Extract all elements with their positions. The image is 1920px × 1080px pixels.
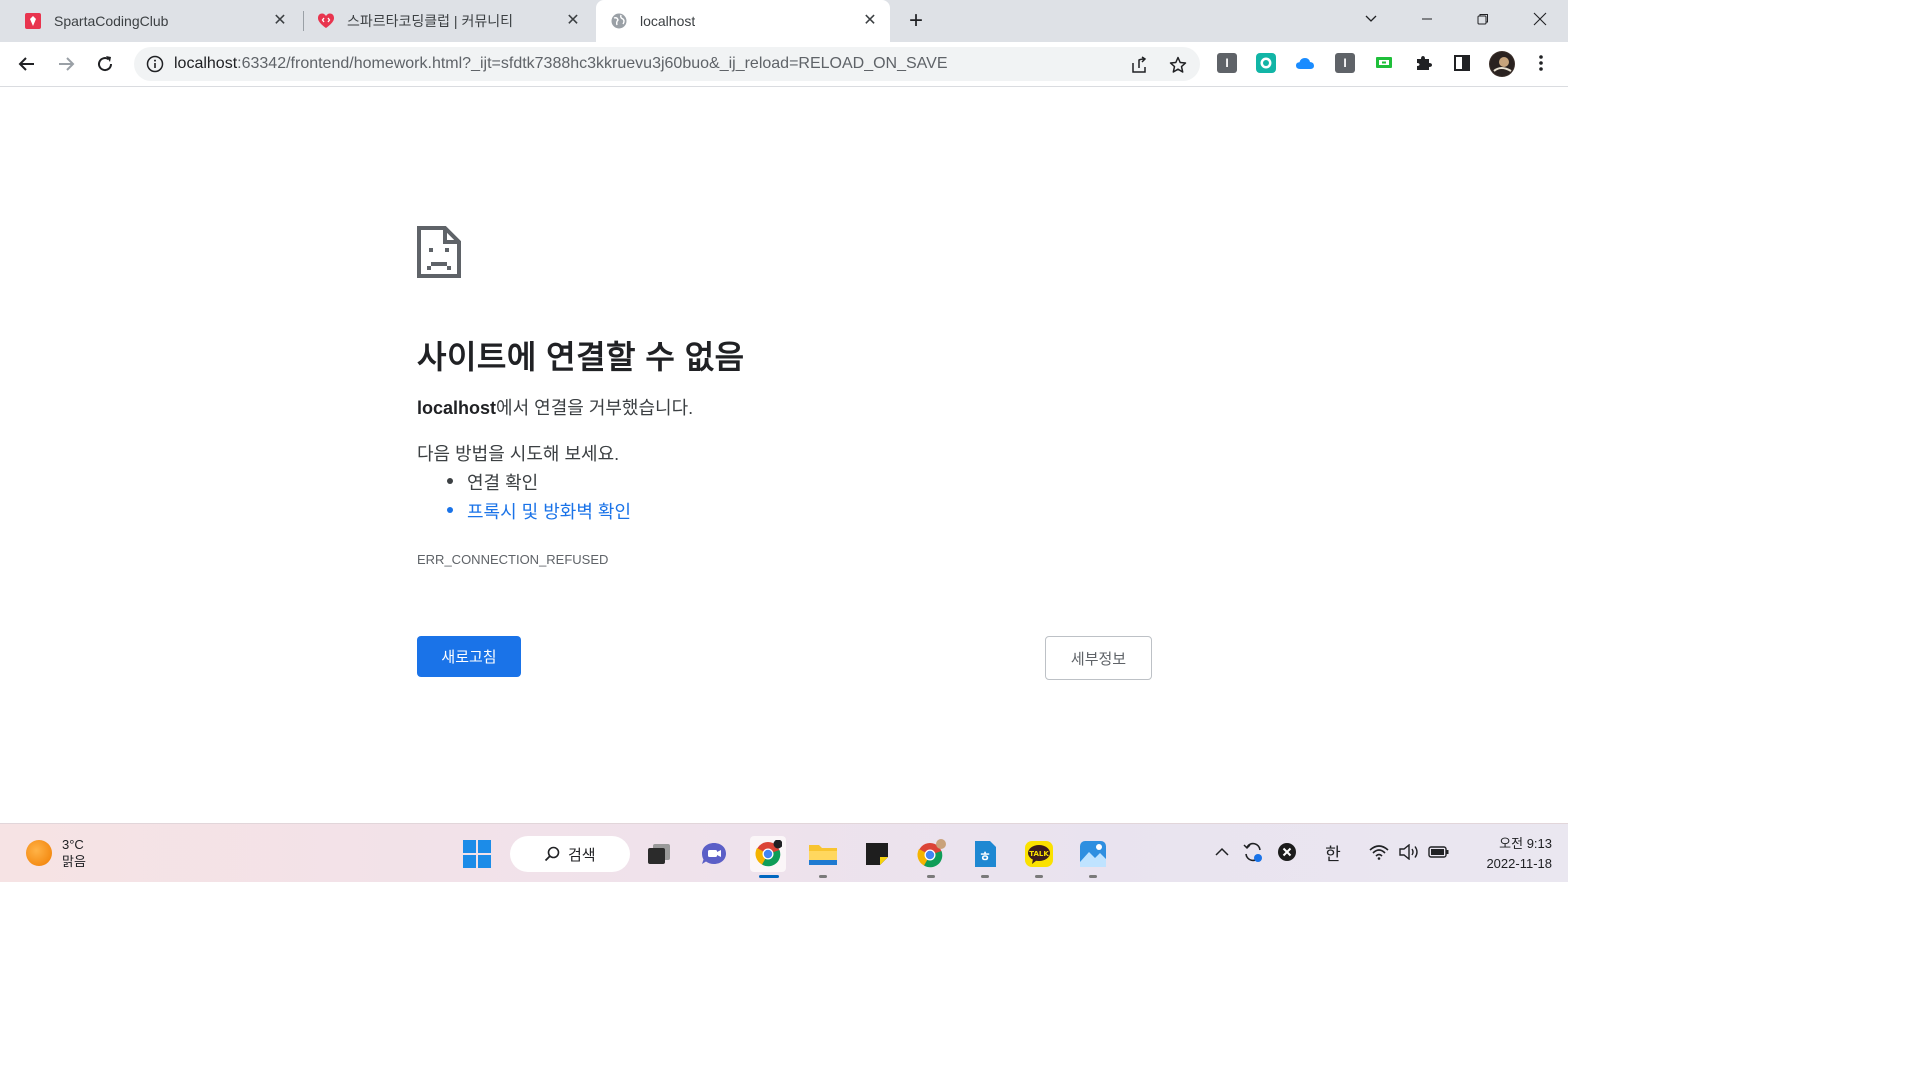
tab-close-icon[interactable]: ✕ (270, 11, 290, 31)
url-text[interactable]: localhost:63342/frontend/homework.html?_… (174, 55, 948, 73)
address-bar[interactable]: localhost:63342/frontend/homework.html?_… (134, 47, 1200, 81)
extensions-puzzle-icon[interactable] (1413, 53, 1433, 73)
volume-icon[interactable] (1397, 840, 1421, 864)
close-window-button[interactable] (1525, 4, 1555, 34)
suggestion-heading: 다음 방법을 시도해 보세요. (417, 444, 620, 464)
taskbar-search[interactable]: 검색 (510, 836, 630, 872)
taskbar-clock[interactable]: 오전 9:13 2022-11-18 (1460, 834, 1552, 874)
weather-widget[interactable]: 3°C 맑음 (26, 836, 86, 870)
file-explorer-icon[interactable] (805, 836, 841, 878)
battery-icon[interactable] (1428, 840, 1450, 864)
side-panel-icon[interactable] (1452, 53, 1472, 73)
suggestion-list: 연결 확인 프록시 및 방화벽 확인 (447, 469, 631, 527)
taskbar: 3°C 맑음 검색 ㅎ TALK 한 오전 9:13 2022-11-18 (0, 823, 1568, 882)
task-view-icon[interactable] (641, 836, 677, 872)
sad-document-icon (417, 226, 461, 278)
clock-date: 2022-11-18 (1486, 856, 1552, 871)
error-code: ERR_CONNECTION_REFUSED (417, 552, 609, 567)
search-icon (544, 846, 560, 862)
clock-time: 오전 9:13 (1499, 836, 1552, 851)
browser-toolbar: localhost:63342/frontend/homework.html?_… (0, 42, 1568, 87)
error-title: 사이트에 연결할 수 없음 (417, 339, 745, 375)
sticky-notes-icon[interactable] (859, 836, 895, 872)
profile-avatar[interactable] (1489, 51, 1515, 77)
list-item: 연결 확인 (447, 469, 631, 498)
heart-code-icon (317, 12, 335, 30)
error-description: localhost에서 연결을 거부했습니다. (417, 398, 694, 418)
sparta-icon (24, 12, 42, 30)
extension-chat-icon[interactable] (1256, 53, 1276, 73)
running-indicator (927, 875, 935, 878)
details-button[interactable]: 세부정보 (1045, 636, 1152, 680)
reload-icon[interactable] (91, 50, 119, 78)
tab-close-icon[interactable]: ✕ (563, 11, 583, 31)
site-info-icon[interactable] (146, 55, 164, 73)
bookmark-star-icon[interactable] (1168, 55, 1188, 75)
kakaotalk-icon[interactable]: TALK (1021, 836, 1057, 878)
tab-strip: SpartaCodingClub ✕ 스파르타코딩클럽 | 커뮤니티 ✕ loc… (0, 0, 1568, 42)
svg-text:ㅎ: ㅎ (979, 850, 991, 865)
minimize-button[interactable] (1412, 4, 1442, 34)
x-status-icon[interactable] (1276, 840, 1298, 864)
extension-screen-icon[interactable] (1374, 53, 1394, 73)
ime-indicator[interactable]: 한 (1320, 840, 1346, 864)
reload-button[interactable]: 새로고침 (417, 636, 521, 677)
running-indicator (1035, 875, 1043, 878)
tab-spartacodingclub[interactable]: SpartaCodingClub ✕ (12, 0, 300, 42)
tab-close-icon[interactable]: ✕ (860, 11, 880, 31)
wifi-icon[interactable] (1368, 840, 1390, 864)
restore-button[interactable] (1468, 4, 1498, 34)
tab-localhost[interactable]: localhost ✕ (596, 0, 890, 42)
running-indicator (1089, 875, 1097, 878)
extension-i2-icon[interactable]: I (1335, 53, 1355, 73)
sun-icon (26, 840, 52, 866)
menu-kebab-icon[interactable] (1531, 53, 1551, 73)
chrome-profile-taskbar-icon[interactable] (913, 836, 949, 878)
extension-cloud-icon[interactable] (1295, 53, 1315, 73)
extension-i-icon[interactable]: I (1217, 53, 1237, 73)
teams-chat-icon[interactable] (696, 836, 732, 872)
tab-community[interactable]: 스파르타코딩클럽 | 커뮤니티 ✕ (305, 0, 593, 42)
svg-text:TALK: TALK (1029, 850, 1049, 858)
chrome-taskbar-icon[interactable] (750, 836, 786, 878)
back-button[interactable] (13, 50, 41, 78)
proxy-firewall-link[interactable]: 프록시 및 방화벽 확인 (447, 498, 631, 527)
running-indicator (981, 875, 989, 878)
start-button[interactable] (459, 836, 495, 872)
new-tab-button[interactable]: + (902, 8, 930, 36)
photos-app-icon[interactable] (1075, 836, 1111, 878)
sync-icon[interactable] (1241, 840, 1265, 864)
active-indicator (759, 875, 779, 878)
share-icon[interactable] (1129, 55, 1149, 75)
running-indicator (819, 875, 827, 878)
tab-separator (303, 11, 304, 31)
globe-icon (610, 12, 628, 30)
weather-condition: 맑음 (62, 854, 86, 869)
hangul-app-icon[interactable]: ㅎ (967, 836, 1003, 878)
forward-button[interactable] (52, 50, 80, 78)
show-hidden-icons-chevron-icon[interactable] (1212, 840, 1232, 864)
tab-search-icon[interactable] (1356, 4, 1386, 34)
temperature: 3°C (62, 837, 84, 852)
